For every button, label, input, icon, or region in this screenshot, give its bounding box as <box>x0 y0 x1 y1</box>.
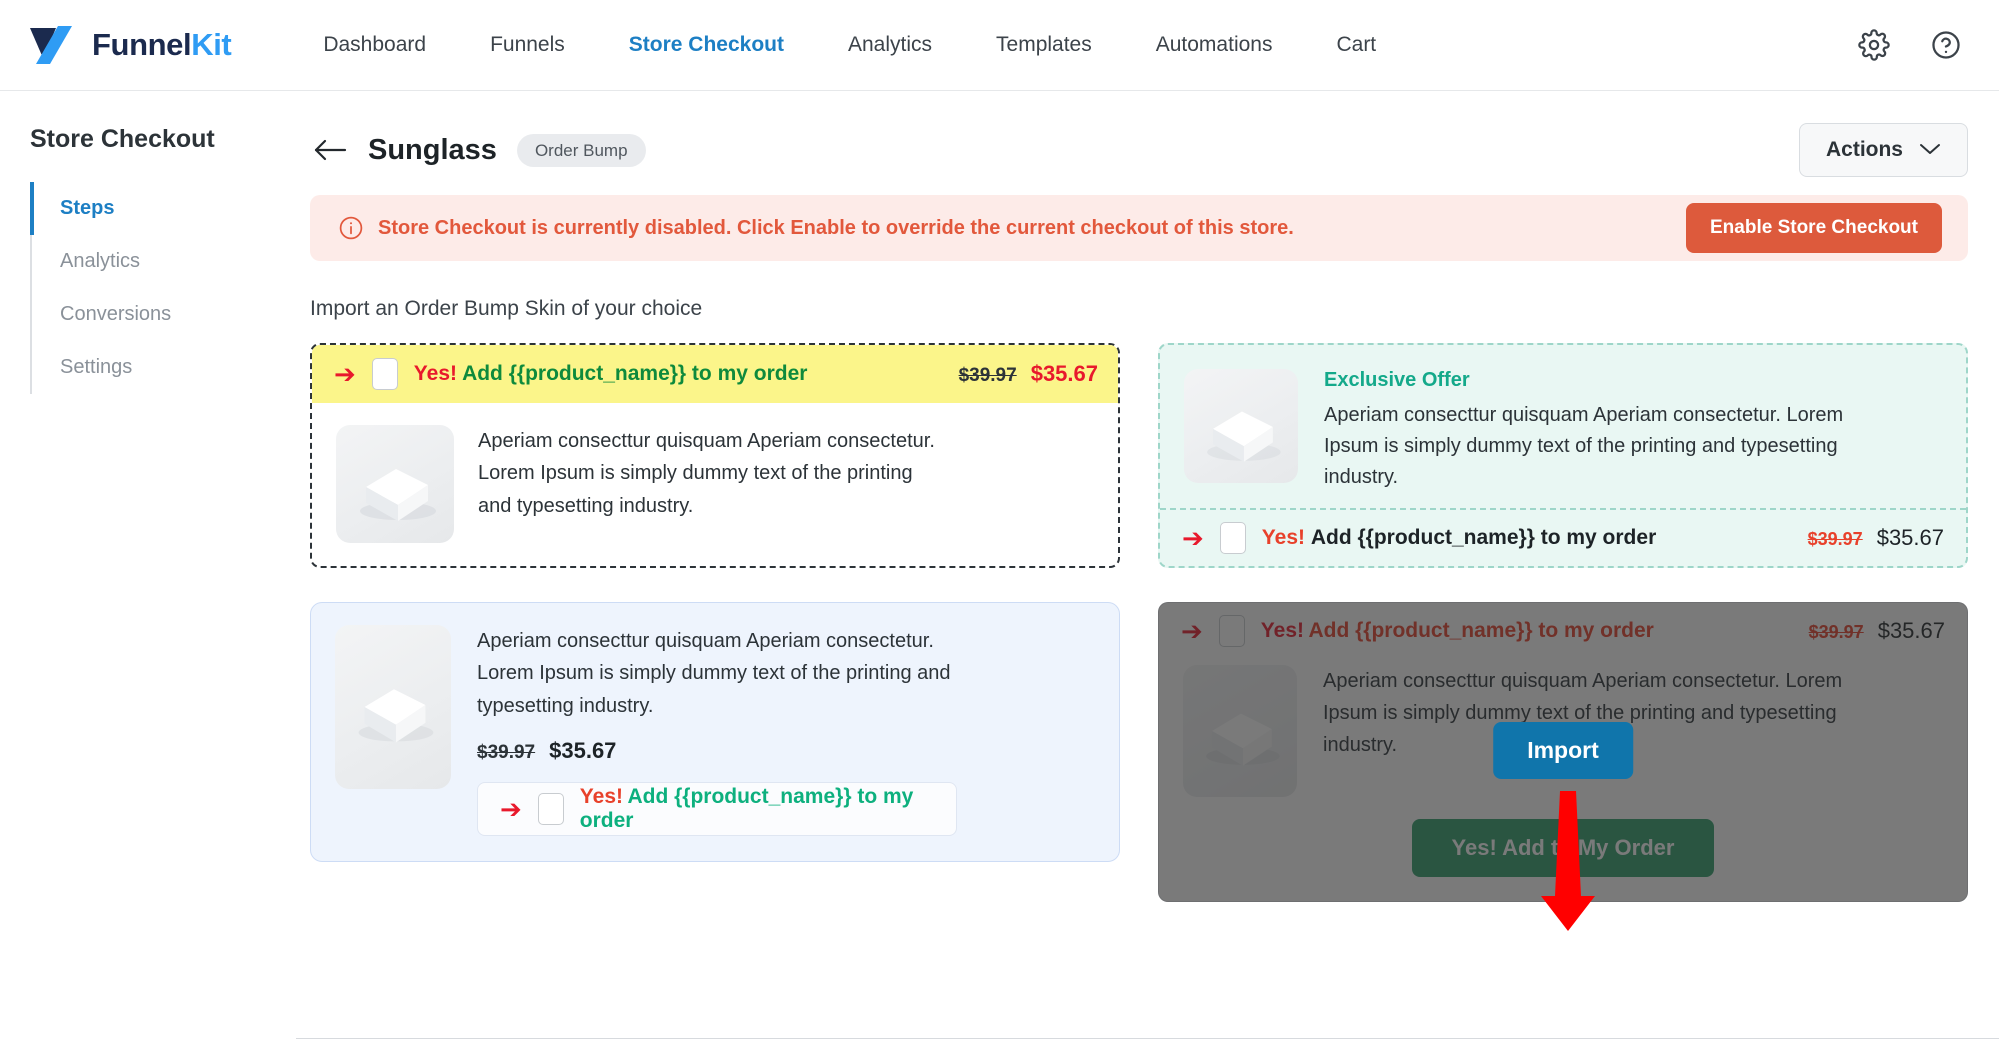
nav-item-analytics[interactable]: Analytics <box>816 33 964 57</box>
sidebar-title: Store Checkout <box>30 125 215 153</box>
skin2-offer-bar: ➔ Yes! Add {{product_name}} to my order … <box>1160 508 1966 566</box>
skin-card-blue[interactable]: Aperiam consecttur quisquam Aperiam cons… <box>310 602 1120 862</box>
skin3-old-price: $39.97 <box>477 742 536 764</box>
skin4-hover-overlay[interactable]: Import <box>1158 602 1968 902</box>
skin2-offer-label: Add {{product_name}} to my order <box>1310 526 1657 549</box>
skin1-checkbox[interactable] <box>371 358 398 390</box>
sidebar-menu: Steps Analytics Conversions Settings <box>30 182 296 394</box>
skin2-checkbox[interactable] <box>1219 522 1246 554</box>
skin2-offer-text: Yes! Add {{product_name}} to my order <box>1262 526 1656 550</box>
nav-item-store-checkout[interactable]: Store Checkout <box>597 33 816 57</box>
skin3-checkbox[interactable] <box>537 793 564 826</box>
skin1-body: Aperiam consecttur quisquam Aperiam cons… <box>312 403 1118 565</box>
info-circle-icon <box>338 215 364 241</box>
skin3-yes-label: Yes! <box>579 785 623 809</box>
page-title: Sunglass <box>368 133 497 166</box>
page-bottom-divider <box>296 1038 1999 1039</box>
skin2-prices: $39.97 $35.67 <box>1808 525 1944 551</box>
product-box-image <box>335 625 451 789</box>
nav-item-templates[interactable]: Templates <box>964 33 1124 57</box>
skin3-new-price: $35.67 <box>549 738 617 764</box>
order-bump-skin-grid: ➔ Yes! Add {{product_name}} to my order … <box>310 343 1968 902</box>
skin-card-green-cta-wrapper: ➔ Yes! Add {{product_name}} to my order … <box>1158 602 1968 902</box>
skin1-old-price: $39.97 <box>958 365 1017 386</box>
skin3-text: Aperiam consecttur quisquam Aperiam cons… <box>477 625 977 839</box>
right-arrow-icon: ➔ <box>500 794 522 825</box>
gear-icon[interactable] <box>1857 28 1891 62</box>
skin3-offer-bar[interactable]: ➔ Yes! Add {{product_name}} to my order <box>477 782 957 837</box>
primary-nav: Dashboard Funnels Store Checkout Analyti… <box>291 33 1408 57</box>
skin2-new-price: $35.67 <box>1876 525 1944 550</box>
main-content: Sunglass Order Bump Actions Store Checko… <box>296 91 1999 1046</box>
skin3-offer-label: Add {{product_name}} to my order <box>579 785 914 833</box>
sidebar: Store Checkout Steps Analytics Conversio… <box>0 91 296 1046</box>
skin2-description: Aperiam consecttur quisquam Aperiam cons… <box>1324 404 1844 488</box>
nav-item-dashboard[interactable]: Dashboard <box>291 33 458 57</box>
page-header: Sunglass Order Bump Actions <box>310 91 1968 177</box>
product-box-image <box>1184 369 1298 483</box>
step-type-badge: Order Bump <box>516 133 646 167</box>
skin2-yes-label: Yes! <box>1261 526 1305 549</box>
store-checkout-disabled-alert: Store Checkout is currently disabled. Cl… <box>310 195 1968 261</box>
sidebar-item-conversions[interactable]: Conversions <box>30 288 296 341</box>
alert-message: Store Checkout is currently disabled. Cl… <box>378 216 1294 239</box>
skin1-offer-label: Add {{product_name}} to my order <box>462 362 808 385</box>
skin2-body: Exclusive Offer Aperiam consecttur quisq… <box>1160 345 1966 508</box>
skin1-offer-bar: ➔ Yes! Add {{product_name}} to my order … <box>312 345 1118 403</box>
page-body: Store Checkout Steps Analytics Conversio… <box>0 91 1999 1046</box>
sidebar-item-analytics[interactable]: Analytics <box>30 235 296 288</box>
skin3-prices: $39.97 $35.67 <box>477 738 977 764</box>
actions-button[interactable]: Actions <box>1798 123 1968 177</box>
logo-text-funnel: Funnel <box>92 27 192 62</box>
skin1-prices: $39.97 $35.67 <box>959 361 1098 387</box>
skin3-offer-text: Yes! Add {{product_name}} to my order <box>580 785 934 833</box>
enable-store-checkout-button[interactable]: Enable Store Checkout <box>1686 203 1942 253</box>
skin3-description: Aperiam consecttur quisquam Aperiam cons… <box>477 630 951 717</box>
sidebar-item-steps[interactable]: Steps <box>30 182 296 235</box>
skin-card-mint-exclusive[interactable]: Exclusive Offer Aperiam consecttur quisq… <box>1158 343 1968 568</box>
logo-wordmark: FunnelKit <box>92 27 232 63</box>
topbar-actions <box>1857 28 1963 62</box>
product-box-image <box>336 425 454 543</box>
skin-card-yellow-bar[interactable]: ➔ Yes! Add {{product_name}} to my order … <box>310 343 1120 568</box>
chevron-down-icon <box>1919 138 1941 162</box>
skin2-text: Exclusive Offer Aperiam consecttur quisq… <box>1324 369 1874 508</box>
nav-item-cart[interactable]: Cart <box>1304 33 1408 57</box>
skin1-description: Aperiam consecttur quisquam Aperiam cons… <box>478 430 935 517</box>
top-navigation-bar: FunnelKit Dashboard Funnels Store Checko… <box>0 0 1999 91</box>
right-arrow-icon: ➔ <box>1182 523 1204 553</box>
skin2-old-price: $39.97 <box>1807 529 1863 549</box>
funnelkit-logo[interactable]: FunnelKit <box>28 24 232 66</box>
nav-item-automations[interactable]: Automations <box>1124 33 1305 57</box>
import-button[interactable]: Import <box>1493 722 1633 779</box>
sidebar-item-settings[interactable]: Settings <box>30 341 296 394</box>
funnelkit-logo-icon <box>28 24 84 66</box>
help-circle-icon[interactable] <box>1929 28 1963 62</box>
actions-button-label: Actions <box>1825 138 1903 161</box>
nav-item-funnels[interactable]: Funnels <box>458 33 597 57</box>
skin1-offer-text: Yes! Add {{product_name}} to my order <box>414 362 808 386</box>
skin2-heading: Exclusive Offer <box>1324 369 1470 391</box>
skin1-yes-label: Yes! <box>413 362 457 385</box>
back-arrow-icon[interactable] <box>310 130 350 170</box>
skin-section-label: Import an Order Bump Skin of your choice <box>310 297 703 320</box>
logo-text-kit: Kit <box>191 27 232 62</box>
right-arrow-icon: ➔ <box>334 359 356 389</box>
skin1-new-price: $35.67 <box>1030 361 1098 386</box>
